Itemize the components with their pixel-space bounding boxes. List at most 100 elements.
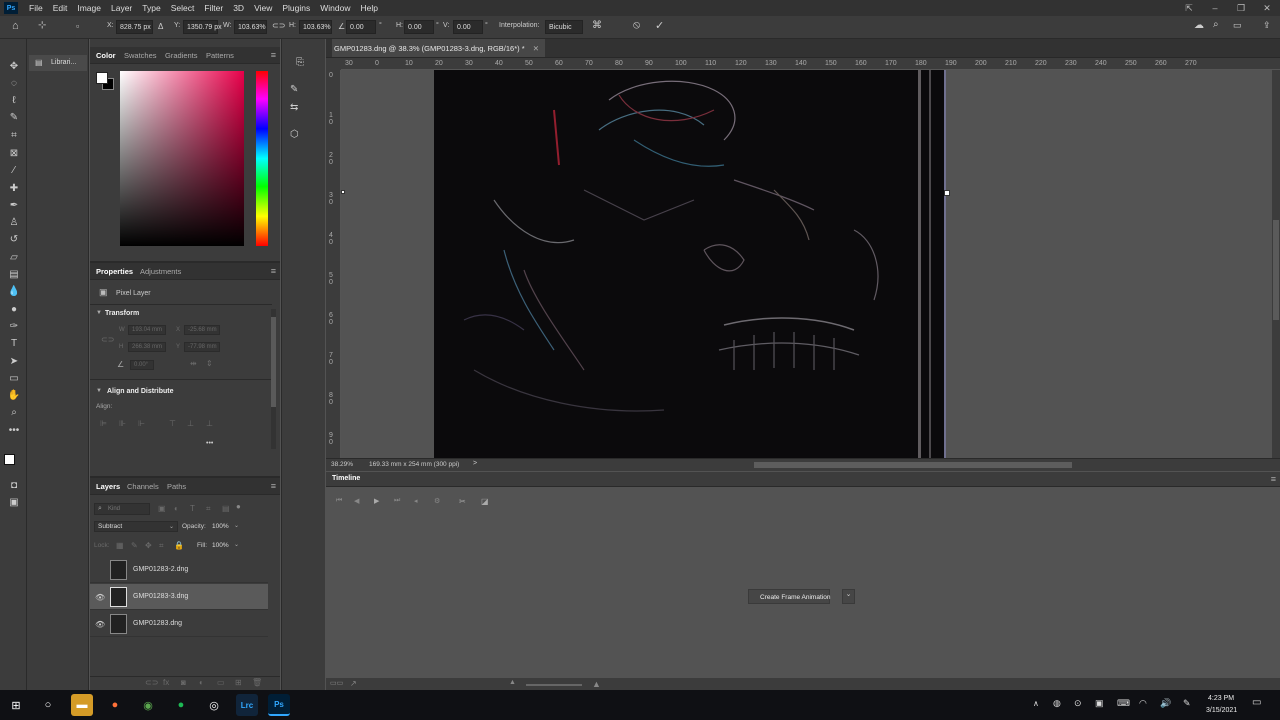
pen-tool-icon[interactable]: ✑ xyxy=(7,319,21,333)
create-frame-animation-button[interactable]: Create Frame Animation xyxy=(748,589,830,604)
3d-panel-icon[interactable]: ⬡ xyxy=(290,129,299,140)
file-explorer-icon[interactable]: ▬ xyxy=(71,694,93,716)
flip-vertical-icon[interactable]: ⇕ xyxy=(206,359,213,368)
menu-file[interactable]: File xyxy=(24,3,48,13)
align-vcenter-icon[interactable]: ⊥ xyxy=(187,419,194,428)
rectangle-tool-icon[interactable]: ▭ xyxy=(7,371,21,385)
search-circle-icon[interactable]: ○ xyxy=(37,694,59,716)
layer-row[interactable]: 👁 GMP01283.dng xyxy=(90,611,268,637)
settings-icon[interactable]: ⚙ xyxy=(434,497,440,505)
clock-date[interactable]: 3/15/2021 xyxy=(1206,707,1237,714)
brush-tool-icon[interactable]: ✒ xyxy=(7,198,21,212)
hskew-input[interactable]: 0.00 xyxy=(404,20,434,34)
filter-toggle-icon[interactable]: ● xyxy=(236,502,241,511)
angle-field[interactable]: 0.00° xyxy=(130,360,154,370)
transition-icon[interactable]: ◪ xyxy=(481,497,489,506)
history-panel-icon[interactable]: ⎘ xyxy=(296,57,304,68)
filter-pixel-icon[interactable]: ▣ xyxy=(158,504,166,513)
zoom-tool-icon[interactable]: ⌕ xyxy=(7,405,21,419)
lasso-tool-icon[interactable]: ℓ xyxy=(7,93,21,107)
scrollbar-thumb[interactable] xyxy=(1273,220,1279,320)
play-icon[interactable]: ▶ xyxy=(374,497,379,505)
restore-icon[interactable]: ❐ xyxy=(1228,0,1254,16)
tab-paths[interactable]: Paths xyxy=(167,482,186,491)
delete-layer-icon[interactable]: 🗑 xyxy=(252,678,262,687)
link-layers-icon[interactable]: ⊂⊃ xyxy=(145,678,158,687)
menu-3d[interactable]: 3D xyxy=(228,3,249,13)
gradient-tool-icon[interactable]: ▤ xyxy=(7,267,21,281)
tab-patterns[interactable]: Patterns xyxy=(206,51,234,60)
collapse-icon[interactable]: ⇱ xyxy=(1176,0,1202,16)
chevron-down-icon[interactable]: ⌄ xyxy=(842,589,855,604)
convert-icon[interactable]: ▭▭ xyxy=(330,679,343,687)
spotify-icon[interactable]: ● xyxy=(170,694,192,716)
filter-smart-icon[interactable]: ▤ xyxy=(222,504,230,513)
y-input[interactable]: 1350.79 px xyxy=(183,20,222,34)
menu-help[interactable]: Help xyxy=(355,3,382,13)
chevron-down-icon[interactable]: ⌄ xyxy=(234,541,239,548)
volume-icon[interactable]: 🔊 xyxy=(1160,698,1171,709)
quick-mask-icon[interactable]: ◘ xyxy=(7,478,21,492)
close-icon[interactable]: ✕ xyxy=(1254,0,1280,16)
photoshop-taskbar-icon[interactable]: Ps xyxy=(268,694,290,716)
blend-mode-select[interactable]: Subtract ⌄ xyxy=(94,521,178,532)
eye-icon[interactable]: 👁 xyxy=(95,620,105,629)
history-brush-icon[interactable]: ↺ xyxy=(7,232,21,246)
tray-icon[interactable]: ⊙ xyxy=(1074,698,1082,709)
healing-tool-icon[interactable]: ✚ xyxy=(7,181,21,195)
collapse-chevron-icon[interactable]: ▼ xyxy=(96,388,102,394)
hue-slider[interactable] xyxy=(256,71,268,246)
transform-handle[interactable] xyxy=(341,190,345,194)
y-field[interactable]: -77.98 mm xyxy=(184,342,220,352)
audio-icon[interactable]: ◂ xyxy=(414,497,418,505)
new-layer-icon[interactable]: ⊞ xyxy=(235,678,242,687)
minimize-icon[interactable]: – xyxy=(1202,0,1228,16)
layer-row[interactable]: ● GMP01283-2.dng xyxy=(90,557,268,583)
eraser-tool-icon[interactable]: ▱ xyxy=(7,250,21,264)
home-icon[interactable]: ⌂ xyxy=(12,20,19,32)
add-mask-icon[interactable]: ◙ xyxy=(181,678,186,687)
filter-shape-icon[interactable]: ⌗ xyxy=(206,504,211,514)
menu-image[interactable]: Image xyxy=(72,3,106,13)
tab-layers[interactable]: Layers xyxy=(96,482,120,491)
eye-icon[interactable]: 👁 xyxy=(95,593,105,602)
foreground-color-swatch[interactable] xyxy=(4,454,15,465)
reference-point-icon[interactable]: ▫ xyxy=(76,21,79,31)
link-icon[interactable]: ⊂⊃ xyxy=(272,21,285,30)
app-icon[interactable]: ◎ xyxy=(203,694,225,716)
wifi-icon[interactable]: ◠ xyxy=(1139,698,1147,709)
menu-layer[interactable]: Layer xyxy=(106,3,137,13)
vertical-scrollbar[interactable] xyxy=(1272,70,1280,458)
steam-icon[interactable]: ◍ xyxy=(1053,698,1061,709)
more-tools-icon[interactable]: ••• xyxy=(7,423,21,437)
h-input[interactable]: 103.63% xyxy=(299,20,332,34)
frame-tool-icon[interactable]: ⊠ xyxy=(7,146,21,160)
w-input[interactable]: 103.63% xyxy=(234,20,267,34)
menu-filter[interactable]: Filter xyxy=(199,3,228,13)
fx-icon[interactable]: fx xyxy=(163,678,169,687)
commit-transform-icon[interactable]: ✓ xyxy=(655,19,664,32)
tab-color[interactable]: Color xyxy=(96,51,116,60)
zoom-in-icon[interactable]: ▲ xyxy=(592,679,601,689)
marquee-tool-icon[interactable]: ◌ xyxy=(7,76,21,90)
blur-tool-icon[interactable]: 💧 xyxy=(7,284,21,298)
delta-icon[interactable]: Δ xyxy=(158,22,163,31)
color-field[interactable] xyxy=(120,71,244,246)
firefox-icon[interactable]: ● xyxy=(104,694,126,716)
tray-icon[interactable]: ▣ xyxy=(1095,698,1104,709)
split-icon[interactable]: ✂ xyxy=(459,497,466,506)
panel-menu-icon[interactable]: ≡ xyxy=(271,266,276,276)
close-tab-icon[interactable]: ✕ xyxy=(533,44,539,53)
align-top-icon[interactable]: ⊤ xyxy=(169,419,176,428)
link-icon[interactable]: ⊂⊃ xyxy=(101,335,114,344)
libraries-button[interactable]: ▤ Librari... xyxy=(29,55,87,71)
zoom-slider[interactable] xyxy=(526,684,582,686)
windows-start-icon[interactable]: ⊞ xyxy=(5,694,27,716)
h-field[interactable]: 266.38 mm xyxy=(128,342,166,352)
status-menu-arrow[interactable]: > xyxy=(473,460,477,467)
vskew-input[interactable]: 0.00 xyxy=(453,20,483,34)
move-tool-icon[interactable]: ✥ xyxy=(7,59,21,73)
lock-artboard-icon[interactable]: ⌗ xyxy=(159,541,164,551)
chevron-down-icon[interactable]: ⌄ xyxy=(234,522,239,529)
properties-scrollbar[interactable] xyxy=(271,309,276,449)
